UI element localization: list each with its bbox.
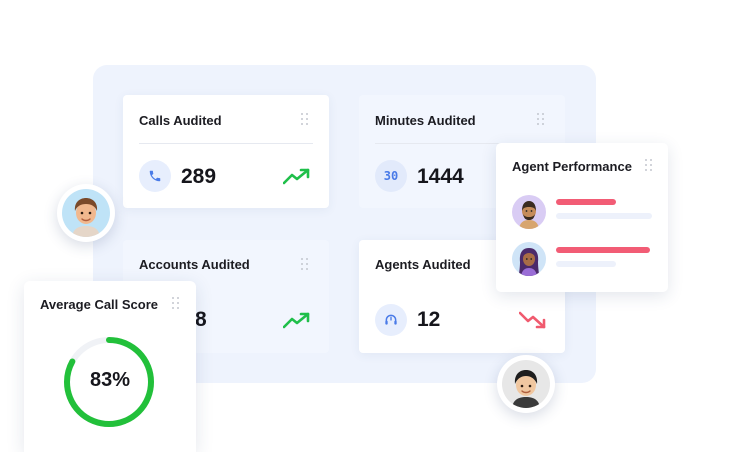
agent-score-track <box>556 261 616 267</box>
user-avatar <box>57 184 115 242</box>
accounts-audited-value: 8 <box>195 308 207 331</box>
phone-icon <box>139 160 171 192</box>
user-avatar <box>497 355 555 413</box>
trend-up-icon <box>283 312 310 329</box>
calls-audited-value: 289 <box>181 165 217 188</box>
timer-icon: 30 <box>375 160 407 192</box>
average-call-score-card[interactable]: Average Call Score 83% <box>24 281 196 452</box>
card-divider <box>139 143 313 144</box>
minutes-audited-title: Minutes Audited <box>375 113 476 128</box>
agent-avatar <box>512 195 546 229</box>
agent-score-bar <box>556 247 650 253</box>
drag-handle-icon[interactable] <box>301 258 309 270</box>
agent-score-track <box>556 213 652 219</box>
average-call-score-title: Average Call Score <box>40 297 159 312</box>
calls-audited-title: Calls Audited <box>139 113 222 128</box>
accounts-audited-title: Accounts Audited <box>139 257 250 272</box>
drag-handle-icon[interactable] <box>172 297 180 309</box>
minutes-audited-value: 1444 <box>417 165 464 188</box>
agent-performance-title: Agent Performance <box>512 159 632 174</box>
trend-down-icon <box>519 311 546 329</box>
drag-handle-icon[interactable] <box>645 159 653 171</box>
headset-icon <box>375 304 407 336</box>
drag-handle-icon[interactable] <box>301 113 309 125</box>
drag-handle-icon[interactable] <box>537 113 545 125</box>
agent-score-bar <box>556 199 616 205</box>
agents-audited-title: Agents Audited <box>375 257 471 272</box>
trend-up-icon <box>283 168 310 185</box>
timer-icon-label: 30 <box>383 169 399 183</box>
agent-performance-card[interactable]: Agent Performance <box>496 143 668 292</box>
agent-avatar <box>512 242 546 276</box>
calls-audited-card[interactable]: Calls Audited 289 <box>123 95 329 208</box>
average-call-score-value: 83% <box>89 369 131 391</box>
agents-audited-value: 12 <box>417 308 441 331</box>
